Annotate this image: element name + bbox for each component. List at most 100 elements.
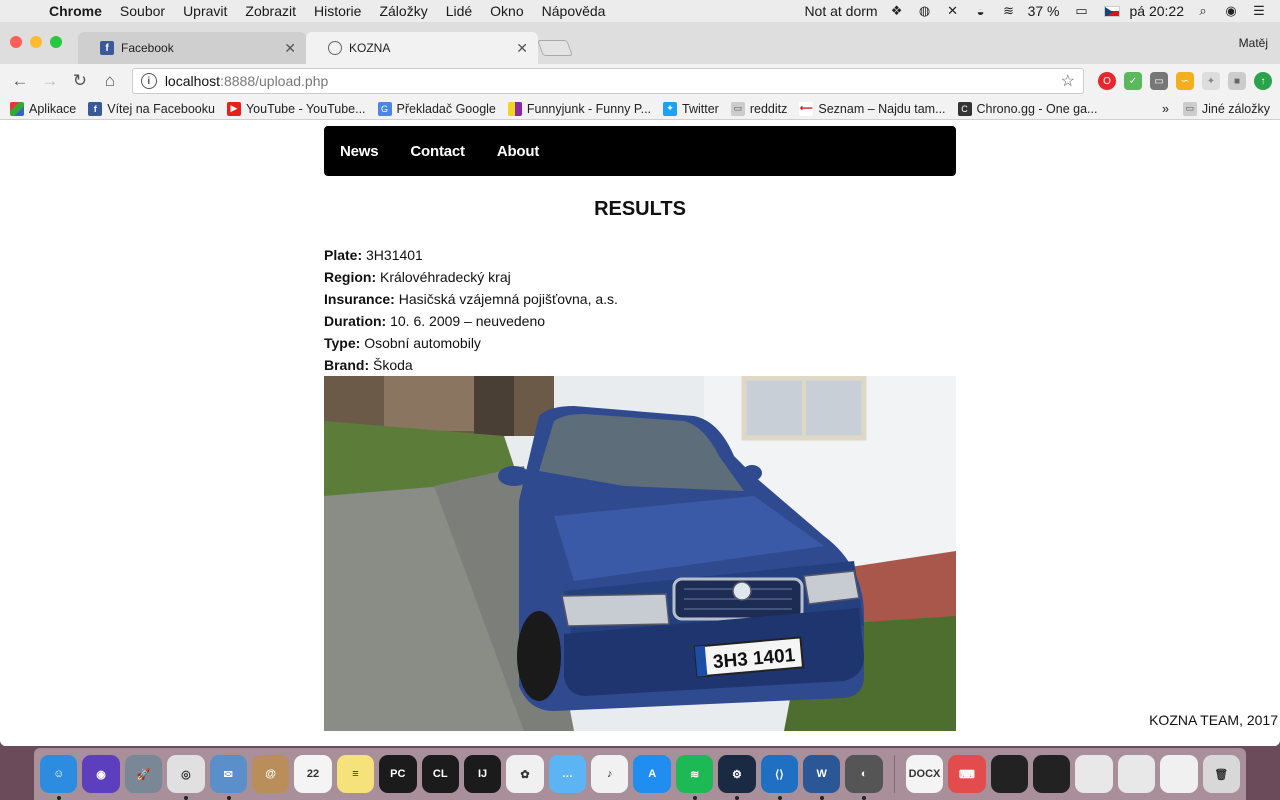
dock-app-finder[interactable]: ☺ [40,755,78,800]
browser-toolbar: ← → ↻ ⌂ i localhost:8888/upload.php ☆ O … [0,64,1280,98]
car-photo-illustration: 3H3 1401 [324,376,956,731]
home-button[interactable]: ⌂ [98,69,122,93]
dock-app-launchpad[interactable]: 🚀 [124,755,163,793]
dock-app-dock-file[interactable]: DOCX [905,755,944,793]
zoom-window-button[interactable] [50,36,62,48]
network-status-text[interactable]: Not at dorm [804,3,877,19]
menubar-item-4[interactable]: Záložky [370,0,436,22]
info-row-insurance: Insurance: Hasičská vzájemná pojišťovna,… [324,288,618,310]
new-tab-button[interactable] [537,40,573,56]
notification-center-icon[interactable]: ☰ [1250,3,1268,19]
tools-icon[interactable]: ✕ [944,3,962,19]
site-navbar: News Contact About [324,126,956,176]
dock-app-clion[interactable]: CL [421,755,459,793]
forward-button[interactable]: → [38,69,62,93]
dock-app-bear-app[interactable]: ◐ [845,755,883,800]
bookmark-item[interactable]: ▭ redditz [730,101,787,116]
nav-link-news[interactable]: News [340,143,379,160]
menubar-item-3[interactable]: Historie [305,0,370,22]
battery-percent[interactable]: 37 % [1028,3,1060,19]
dock-app-itunes[interactable]: ♪ [591,755,629,793]
dock-app-trash[interactable]: 🗑 [1202,755,1240,793]
close-tab-icon[interactable]: ✕ [284,40,296,57]
minimize-window-button[interactable] [30,36,42,48]
menubar-item-5[interactable]: Lidé [437,0,481,22]
address-bar[interactable]: i localhost:8888/upload.php ☆ [131,68,1084,94]
dock-app-app-store[interactable]: A [633,755,671,793]
dock-app-thumb-5[interactable] [1160,755,1198,793]
siri-icon[interactable]: ◉ [1222,3,1240,19]
dock-app-thumb-4[interactable] [1117,755,1156,793]
facebook-icon: f [100,41,114,55]
dock-app-vscode[interactable]: ⟨⟩ [760,755,799,800]
dock-app-siri[interactable]: ◉ [82,755,120,793]
bookmark-item[interactable]: ✦ Twitter [663,101,719,116]
bookmark-star-icon[interactable]: ☆ [1061,71,1075,91]
menubar-item-2[interactable]: Zobrazit [236,0,305,22]
clion-icon: CL [432,768,448,780]
menubar-item-6[interactable]: Okno [481,0,532,22]
bookmark-item[interactable]: G Překladač Google [377,101,496,116]
extra-status-icon[interactable]: ◍ [916,3,934,19]
tab-kozna[interactable]: KOZNA ✕ [306,32,538,64]
messages-icon: … [561,768,573,780]
dock-app-chrome[interactable]: ◎ [167,755,205,800]
bookmarks-more-chevron[interactable]: » [1162,102,1169,116]
spotlight-search-icon[interactable]: ⌕ [1194,3,1212,19]
dock-app-steam[interactable]: ⚙ [718,755,756,800]
puzzle-extension-icon[interactable]: ✦ [1202,72,1220,90]
menubar-item-1[interactable]: Upravit [174,0,236,22]
bookmark-item[interactable]: Aplikace [10,101,76,116]
back-button[interactable]: ← [8,69,32,93]
nav-link-about[interactable]: About [497,143,540,160]
twitter-icon: ✦ [663,101,678,116]
other-bookmarks-folder[interactable]: ▭ Jiné záložky [1182,101,1270,116]
menubar-item-0[interactable]: Soubor [111,0,174,22]
close-window-button[interactable] [10,36,22,48]
dock-app-intellij[interactable]: IJ [463,755,502,793]
reload-button[interactable]: ↻ [68,69,92,93]
bookmark-item[interactable]: Funnyjunk - Funny P... [507,101,651,116]
dock-app-contacts[interactable]: @ [251,755,290,793]
wifi-icon[interactable]: ≋ [1000,3,1018,19]
bookmark-item[interactable]: ⟵ Seznam – Najdu tam... [799,101,946,116]
menubar-item-7[interactable]: Nápověda [533,0,615,22]
photos-icon: ✿ [520,768,530,781]
dock-app-messages[interactable]: … [548,755,587,793]
spotify-icon: ≋ [689,768,700,781]
dock-app-word[interactable]: W [803,755,841,800]
dock-app-keyboard-app[interactable]: ⌨ [948,755,986,793]
close-tab-icon[interactable]: ✕ [516,40,528,57]
dock-app-calendar[interactable]: 22 [294,755,332,793]
czech-flag-input-icon[interactable] [1103,5,1120,17]
bookmark-item[interactable]: f Vítej na Facebooku [88,101,215,116]
cast-extension-icon[interactable]: ▭ [1150,72,1168,90]
opera-extension-icon[interactable]: O [1098,72,1116,90]
disabled-extension-icon[interactable]: ■ [1228,72,1246,90]
menubar-status-area: Not at dorm ❖ ◍ ✕ ◒ ≋ 37 % ▭ pá 20:22 ⌕ … [804,3,1280,19]
menubar-clock[interactable]: pá 20:22 [1130,3,1185,19]
dock-app-thumb-2[interactable] [1032,755,1071,793]
site-info-icon[interactable]: i [140,73,157,89]
menubar-app-name[interactable]: Chrome [40,0,111,22]
dock-app-pycharm[interactable]: PC [379,755,417,793]
bookmark-item[interactable]: ▶ YouTube - YouTube... [226,101,366,116]
tab-facebook[interactable]: f Facebook ✕ [78,32,306,64]
dropbox-icon[interactable]: ❖ [888,3,906,19]
bookmark-item[interactable]: C Chrono.gg - One ga... [957,101,1097,116]
dock-app-thumb-3[interactable] [1075,755,1113,793]
battery-icon[interactable]: ▭ [1070,3,1094,19]
tea-icon[interactable]: ◒ [972,3,990,19]
page-footer: KOZNA TEAM, 2017 [1149,712,1278,728]
dock-app-notes[interactable]: ≡ [336,755,375,793]
update-extension-icon[interactable]: ↑ [1254,72,1272,90]
profile-name[interactable]: Matěj [1239,36,1268,50]
bookmark-label: Seznam – Najdu tam... [818,101,946,116]
checkmark-extension-icon[interactable]: ✓ [1124,72,1142,90]
dock-app-spotify[interactable]: ≋ [675,755,714,800]
dock-app-preview[interactable]: ✉ [209,755,247,800]
link-extension-icon[interactable]: ∽ [1176,72,1194,90]
dock-app-thumb-1[interactable] [990,755,1028,793]
nav-link-contact[interactable]: Contact [410,143,465,160]
dock-app-photos[interactable]: ✿ [506,755,544,793]
